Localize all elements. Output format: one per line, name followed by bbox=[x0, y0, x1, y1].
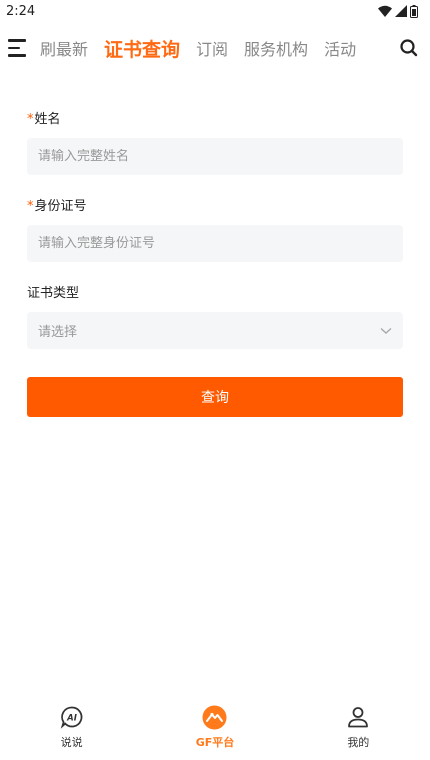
nav-tabs: 刷最新 证书查询 订阅 服务机构 活动 bbox=[40, 35, 392, 62]
bottom-item-mine[interactable]: 我的 bbox=[308, 704, 408, 750]
svg-text:AI: AI bbox=[66, 714, 77, 724]
name-label: *姓名 bbox=[27, 112, 61, 127]
name-input[interactable] bbox=[38, 149, 392, 164]
top-nav: 刷最新 证书查询 订阅 服务机构 活动 bbox=[0, 28, 430, 68]
id-number-input[interactable] bbox=[38, 236, 392, 251]
status-bar: 2:24 bbox=[0, 0, 430, 22]
query-button[interactable]: 查询 bbox=[27, 377, 403, 417]
bottom-label-mine: 我的 bbox=[347, 736, 370, 749]
user-icon bbox=[345, 704, 371, 730]
id-number-field-group: *身份证号 bbox=[27, 199, 403, 262]
id-number-input-box[interactable] bbox=[27, 225, 403, 262]
name-field-group: *姓名 bbox=[27, 112, 403, 175]
tab-subscribe[interactable]: 订阅 bbox=[196, 36, 228, 60]
battery-icon bbox=[410, 4, 418, 18]
certificate-query-form: *姓名 *身份证号 证书类型 请选择 bbox=[27, 112, 403, 373]
status-time: 2:24 bbox=[6, 3, 36, 19]
wifi-icon bbox=[378, 5, 392, 17]
tab-latest[interactable]: 刷最新 bbox=[40, 36, 88, 60]
search-icon[interactable] bbox=[398, 37, 420, 59]
status-icons bbox=[378, 4, 418, 18]
cert-type-selected: 请选择 bbox=[38, 325, 78, 340]
gf-platform-icon bbox=[202, 704, 228, 730]
id-number-label: *身份证号 bbox=[27, 199, 87, 214]
signal-icon bbox=[395, 5, 407, 17]
bottom-label-shuoshuo: 说说 bbox=[60, 736, 83, 749]
bottom-nav: AI 说说 GF平台 我的 bbox=[0, 702, 430, 760]
required-mark: * bbox=[27, 199, 34, 214]
chevron-down-icon bbox=[380, 327, 392, 334]
cert-type-field-group: 证书类型 请选择 bbox=[27, 286, 403, 349]
bottom-label-gf-platform: GF平台 bbox=[195, 736, 235, 749]
name-input-box[interactable] bbox=[27, 138, 403, 175]
cert-type-label: 证书类型 bbox=[27, 286, 80, 301]
tab-service-agencies[interactable]: 服务机构 bbox=[244, 36, 308, 60]
tab-events[interactable]: 活动 bbox=[324, 36, 356, 60]
bottom-item-gf-platform[interactable]: GF平台 bbox=[165, 704, 265, 750]
required-mark: * bbox=[27, 112, 34, 127]
cert-type-select[interactable]: 请选择 bbox=[27, 312, 403, 349]
menu-icon[interactable] bbox=[8, 37, 30, 59]
ai-chat-icon: AI bbox=[59, 704, 85, 730]
bottom-item-shuoshuo[interactable]: AI 说说 bbox=[22, 704, 122, 750]
tab-certificate-query[interactable]: 证书查询 bbox=[104, 35, 180, 62]
